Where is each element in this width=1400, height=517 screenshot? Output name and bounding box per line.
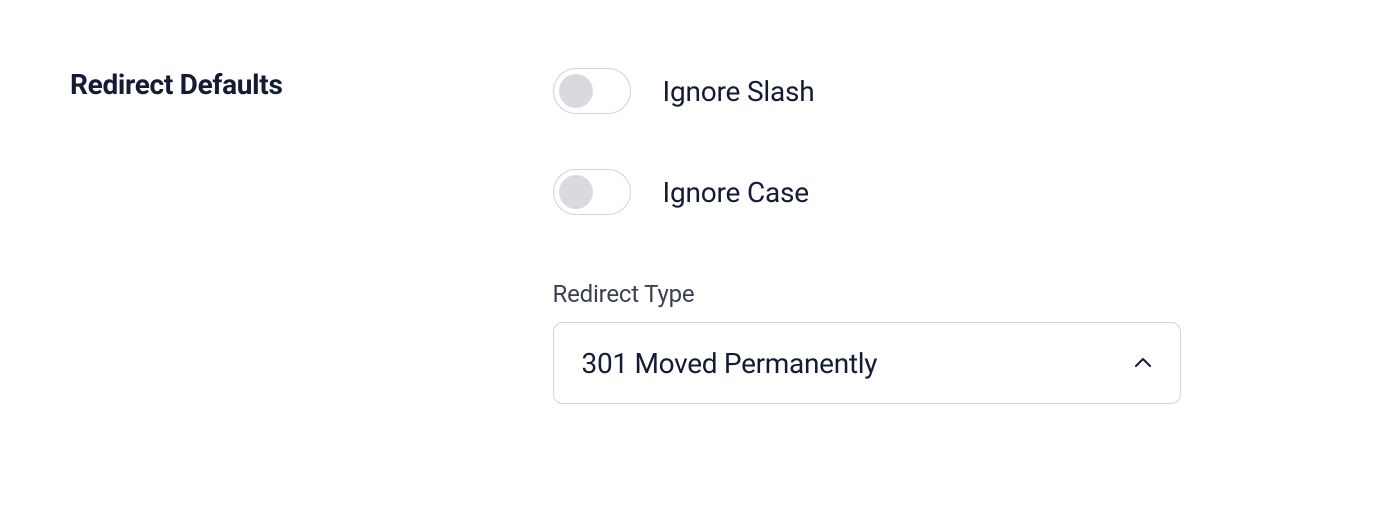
- chevron-up-icon: [1134, 354, 1152, 372]
- toggle-knob: [559, 175, 593, 209]
- section-header-column: Redirect Defaults: [70, 68, 283, 404]
- redirect-type-select[interactable]: 301 Moved Permanently: [553, 322, 1181, 404]
- settings-column: Ignore Slash Ignore Case Redirect Type 3…: [553, 68, 1181, 404]
- ignore-slash-label: Ignore Slash: [663, 75, 815, 108]
- ignore-slash-toggle[interactable]: [553, 68, 631, 114]
- redirect-type-value: 301 Moved Permanently: [582, 347, 878, 380]
- redirect-type-group: Redirect Type 301 Moved Permanently: [553, 280, 1181, 404]
- ignore-case-toggle[interactable]: [553, 169, 631, 215]
- section-title: Redirect Defaults: [70, 68, 283, 101]
- redirect-defaults-section: Redirect Defaults Ignore Slash Ignore Ca…: [70, 68, 1330, 404]
- ignore-case-label: Ignore Case: [663, 176, 809, 209]
- redirect-type-label: Redirect Type: [553, 280, 1181, 308]
- ignore-case-row: Ignore Case: [553, 169, 1181, 215]
- toggle-knob: [559, 74, 593, 108]
- ignore-slash-row: Ignore Slash: [553, 68, 1181, 114]
